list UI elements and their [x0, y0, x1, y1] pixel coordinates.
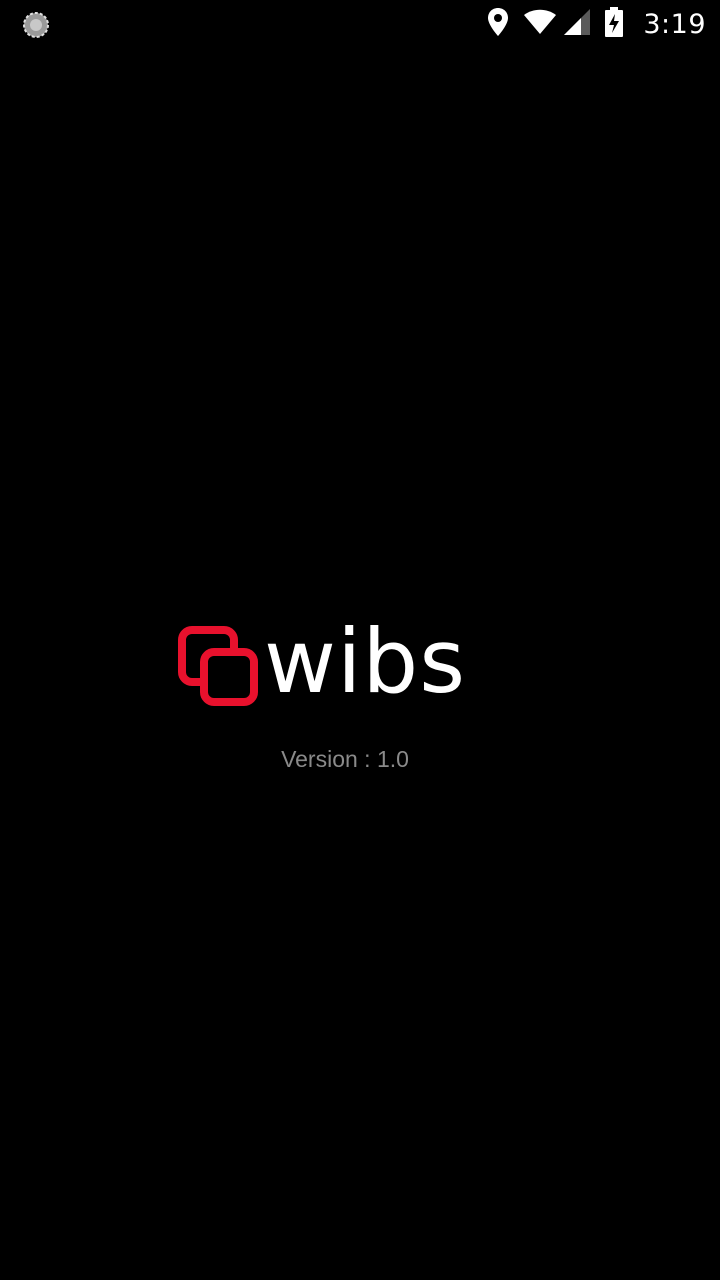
brand-wordmark: wibs	[264, 610, 467, 713]
sync-icon	[22, 11, 50, 39]
battery-charging-icon	[605, 7, 624, 41]
location-icon	[487, 7, 509, 41]
logo-mark-icon	[178, 626, 262, 710]
version-label: Version : 1.0	[281, 746, 409, 772]
wifi-icon	[523, 9, 557, 39]
signal-icon	[563, 8, 591, 40]
app-logo: wibs	[178, 612, 488, 718]
status-bar: 3:19	[0, 0, 720, 48]
status-icons: 3:19	[473, 0, 706, 48]
splash-screen: 3:19 wibs Version : 1.0	[0, 0, 720, 1280]
status-clock: 3:19	[643, 8, 706, 40]
